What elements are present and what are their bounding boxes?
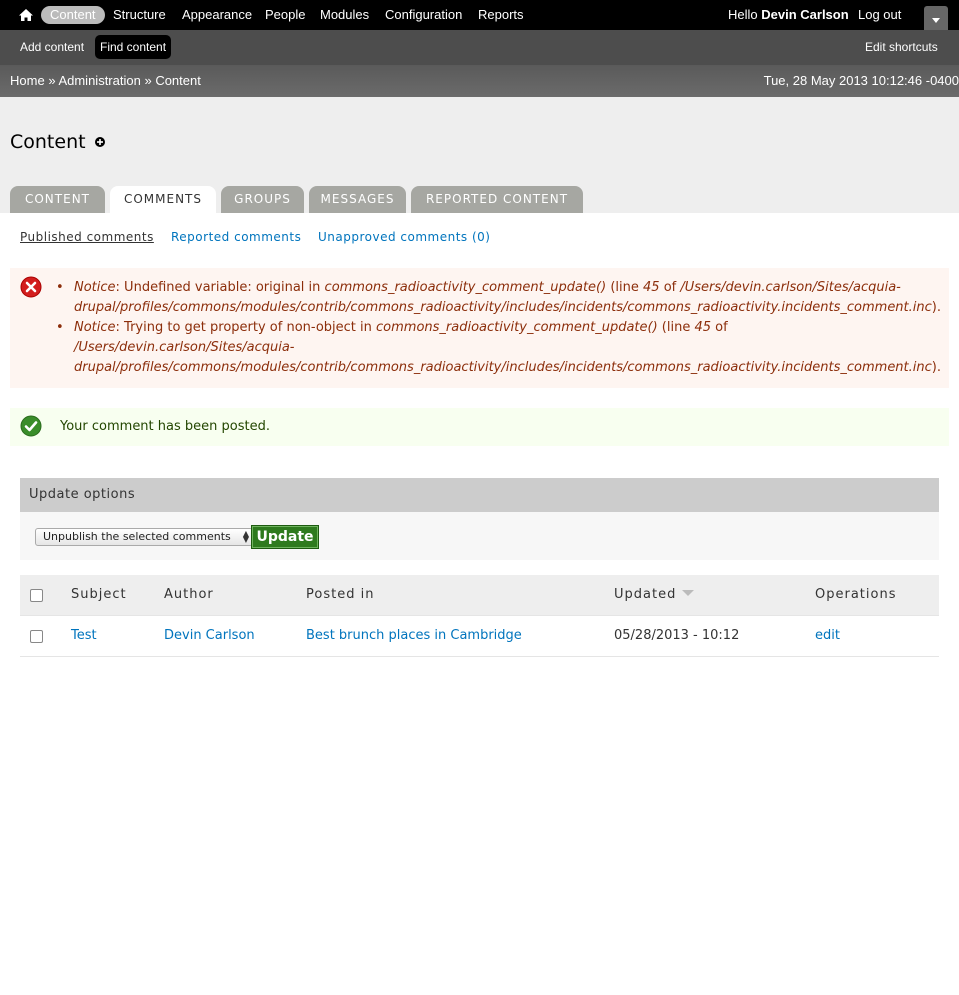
comment-updated: 05/28/2013 - 10:12 <box>614 628 740 643</box>
error-text: : Undefined variable: original in <box>115 280 325 295</box>
tab-groups[interactable]: GROUPS <box>221 186 304 213</box>
error-text: (line <box>606 280 644 295</box>
operation-select[interactable]: Unpublish the selected comments ▲ ▼ <box>35 528 253 546</box>
error-line: 45 <box>643 280 660 295</box>
error-text: (line <box>657 320 695 335</box>
error-file: /Users/devin.carlson/Sites/acquia-drupal… <box>74 340 932 375</box>
status-text: Your comment has been posted. <box>60 419 270 434</box>
comment-subject-link[interactable]: Test <box>71 628 97 643</box>
breadcrumb-home[interactable]: Home <box>10 73 45 88</box>
update-options-legend: Update options <box>20 478 939 512</box>
error-text: of <box>659 280 681 295</box>
breadcrumb-separator: » <box>144 73 152 88</box>
home-icon[interactable] <box>18 7 34 23</box>
table-row: Test Devin Carlson Best brunch places in… <box>20 616 939 657</box>
operation-select-value: Unpublish the selected comments <box>43 530 231 543</box>
toolbar-item-reports[interactable]: Reports <box>478 7 524 23</box>
tab-messages[interactable]: MESSAGES <box>309 186 406 213</box>
column-subject[interactable]: Subject <box>71 587 127 602</box>
hello-text: Hello <box>728 7 758 22</box>
page-header: Content CONTENT COMMENTS GROUPS MESSAGES… <box>0 97 959 213</box>
user-greeting: Hello Devin Carlson <box>728 7 849 23</box>
column-author[interactable]: Author <box>164 587 214 602</box>
logout-link[interactable]: Log out <box>858 7 901 23</box>
check-icon <box>20 415 42 437</box>
error-line: 45 <box>694 320 712 335</box>
error-type: Notice <box>74 320 116 335</box>
toolbar-item-people[interactable]: People <box>265 7 305 23</box>
column-operations: Operations <box>815 587 897 602</box>
shortcut-add-content[interactable]: Add content <box>20 40 84 54</box>
page-title: Content <box>10 131 86 153</box>
subtab-unapproved-comments[interactable]: Unapproved comments (0) <box>318 230 490 244</box>
comment-author-link[interactable]: Devin Carlson <box>164 628 255 643</box>
error-item: Notice: Undefined variable: original in … <box>56 278 946 318</box>
toolbar-item-modules[interactable]: Modules <box>320 7 369 23</box>
error-item: Notice: Trying to get property of non-ob… <box>56 318 946 378</box>
comment-posted-in-link[interactable]: Best brunch places in Cambridge <box>306 628 522 643</box>
error-icon <box>20 276 42 298</box>
breadcrumb-administration[interactable]: Administration <box>58 73 140 88</box>
toolbar-item-configuration[interactable]: Configuration <box>385 7 462 23</box>
breadcrumb: Home » Administration » Content <box>10 73 201 88</box>
tab-content[interactable]: CONTENT <box>10 186 105 213</box>
tab-comments[interactable]: COMMENTS <box>110 186 216 213</box>
subtab-reported-comments[interactable]: Reported comments <box>171 230 301 244</box>
sort-descending-icon[interactable] <box>682 590 694 596</box>
comment-edit-link[interactable]: edit <box>815 628 840 643</box>
error-text: of <box>711 320 728 335</box>
error-type: Notice <box>74 280 116 295</box>
select-all-checkbox[interactable] <box>30 589 43 602</box>
row-checkbox[interactable] <box>30 630 43 643</box>
error-messages: Notice: Undefined variable: original in … <box>10 268 949 388</box>
error-function: commons_radioactivity_comment_update() <box>324 280 607 295</box>
edit-shortcuts-link[interactable]: Edit shortcuts <box>865 40 938 54</box>
toolbar-item-appearance[interactable]: Appearance <box>182 7 252 23</box>
error-text: ). <box>931 300 941 315</box>
column-posted-in[interactable]: Posted in <box>306 587 374 602</box>
shortcut-find-content[interactable]: Find content <box>95 35 172 59</box>
update-options-body: Unpublish the selected comments ▲ ▼ Updat… <box>20 512 939 560</box>
timestamp: Tue, 28 May 2013 10:12:46 -0400 <box>763 73 959 88</box>
subtab-published-comments[interactable]: Published comments <box>20 230 154 244</box>
toolbar-drawer-toggle[interactable] <box>924 6 948 30</box>
error-list: Notice: Undefined variable: original in … <box>56 278 946 378</box>
shortcuts-bar: Add content Find content Edit shortcuts <box>0 30 959 65</box>
tab-reported-content[interactable]: REPORTED CONTENT <box>411 186 583 213</box>
breadcrumb-separator: » <box>48 73 56 88</box>
breadcrumb-bar: Home » Administration » Content Tue, 28 … <box>0 65 959 97</box>
update-button[interactable]: Update <box>251 525 319 549</box>
error-text: ). <box>931 360 941 375</box>
column-updated[interactable]: Updated <box>614 587 676 602</box>
breadcrumb-content[interactable]: Content <box>155 73 201 88</box>
add-shortcut-icon[interactable] <box>95 137 105 147</box>
toolbar-item-structure[interactable]: Structure <box>113 7 166 23</box>
error-function: commons_radioactivity_comment_update() <box>376 320 658 335</box>
select-arrows-icon: ▲ ▼ <box>242 529 249 544</box>
update-options-title: Update options <box>29 487 136 502</box>
status-message: Your comment has been posted. <box>10 408 949 446</box>
username-link[interactable]: Devin Carlson <box>761 7 848 22</box>
error-text: : Trying to get property of non-object i… <box>115 320 377 335</box>
toolbar-item-content[interactable]: Content <box>41 6 105 24</box>
table-header: Subject Author Posted in Updated Operati… <box>20 575 939 616</box>
admin-toolbar: Content Structure Appearance People Modu… <box>0 0 959 30</box>
